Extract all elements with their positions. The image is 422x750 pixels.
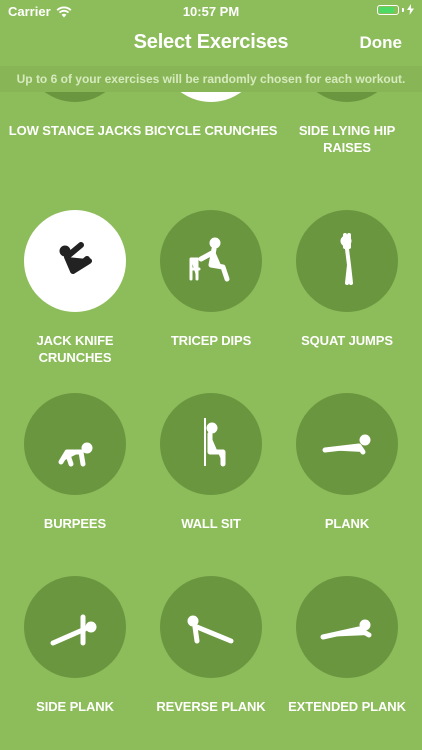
exercise-low-stance-jacks[interactable]: LOW STANCE JACKS xyxy=(5,92,145,139)
battery-icon xyxy=(377,4,399,15)
exercise-circle[interactable] xyxy=(296,210,398,312)
exercise-circle[interactable] xyxy=(160,92,262,102)
exercise-circle[interactable] xyxy=(296,576,398,678)
exercise-label: TRICEP DIPS xyxy=(170,333,252,348)
exercise-plank[interactable]: PLANK xyxy=(277,393,417,532)
charging-bolt-icon xyxy=(407,4,414,15)
squat-jumps-icon xyxy=(340,233,353,285)
exercise-label: BURPEES xyxy=(43,516,107,531)
status-time: 10:57 PM xyxy=(182,4,240,19)
exercise-label: JACK KNIFE CRUNCHES xyxy=(36,333,114,365)
exercise-label: PLANK xyxy=(324,516,370,531)
exercise-circle[interactable] xyxy=(24,210,126,312)
exercise-label: SIDE LYING HIP RAISES xyxy=(298,123,396,155)
exercise-wall-sit[interactable]: WALL SIT xyxy=(141,393,281,532)
exercise-label: SQUAT JUMPS xyxy=(301,333,393,348)
status-bar: Carrier 10:57 PM xyxy=(0,0,422,22)
info-banner: Up to 6 of your exercises will be random… xyxy=(0,66,422,92)
extended-plank-icon xyxy=(320,619,372,640)
exercise-circle[interactable] xyxy=(24,576,126,678)
plank-icon xyxy=(322,434,371,455)
exercise-label: BICYCLE CRUNCHES xyxy=(144,123,278,138)
burpees-icon xyxy=(58,442,93,467)
exercise-label: REVERSE PLANK xyxy=(156,699,266,714)
side-plank-icon xyxy=(50,614,97,646)
exercise-label: EXTENDED PLANK xyxy=(288,699,406,714)
exercise-bicycle-crunches[interactable]: BICYCLE CRUNCHES xyxy=(141,92,281,139)
exercise-circle[interactable] xyxy=(24,92,126,102)
exercise-circle[interactable] xyxy=(160,393,262,495)
tricep-dips-icon xyxy=(189,237,230,282)
exercise-squat-jumps[interactable]: SQUAT JUMPS xyxy=(277,210,417,349)
exercise-label: SIDE PLANK xyxy=(36,699,114,714)
exercise-circle[interactable] xyxy=(296,393,398,495)
jack-knife-crunches-icon xyxy=(59,242,92,274)
nav-bar: Select Exercises Done xyxy=(0,22,422,66)
exercise-reverse-plank[interactable]: REVERSE PLANK xyxy=(141,576,281,715)
exercise-extended-plank[interactable]: EXTENDED PLANK xyxy=(277,576,417,715)
exercise-jack-knife-crunches[interactable]: JACK KNIFE CRUNCHES xyxy=(5,210,145,366)
status-right xyxy=(377,4,414,15)
exercise-side-lying-hip-raises[interactable]: SIDE LYING HIP RAISES xyxy=(277,92,417,156)
wall-sit-icon xyxy=(204,418,226,467)
exercise-grid-viewport[interactable]: LOW STANCE JACKS BICYCLE CRUNCHES SIDE L… xyxy=(0,92,422,750)
exercise-circle[interactable] xyxy=(296,92,398,102)
exercise-label: WALL SIT xyxy=(181,516,241,531)
exercise-label: LOW STANCE JACKS xyxy=(8,123,142,138)
done-button[interactable]: Done xyxy=(360,33,403,53)
reverse-plank-icon xyxy=(187,615,234,644)
exercise-circle[interactable] xyxy=(24,393,126,495)
battery-nub xyxy=(402,7,404,12)
exercise-circle[interactable] xyxy=(160,210,262,312)
exercise-side-plank[interactable]: SIDE PLANK xyxy=(5,576,145,715)
exercise-tricep-dips[interactable]: TRICEP DIPS xyxy=(141,210,281,349)
exercise-burpees[interactable]: BURPEES xyxy=(5,393,145,532)
exercise-circle[interactable] xyxy=(160,576,262,678)
